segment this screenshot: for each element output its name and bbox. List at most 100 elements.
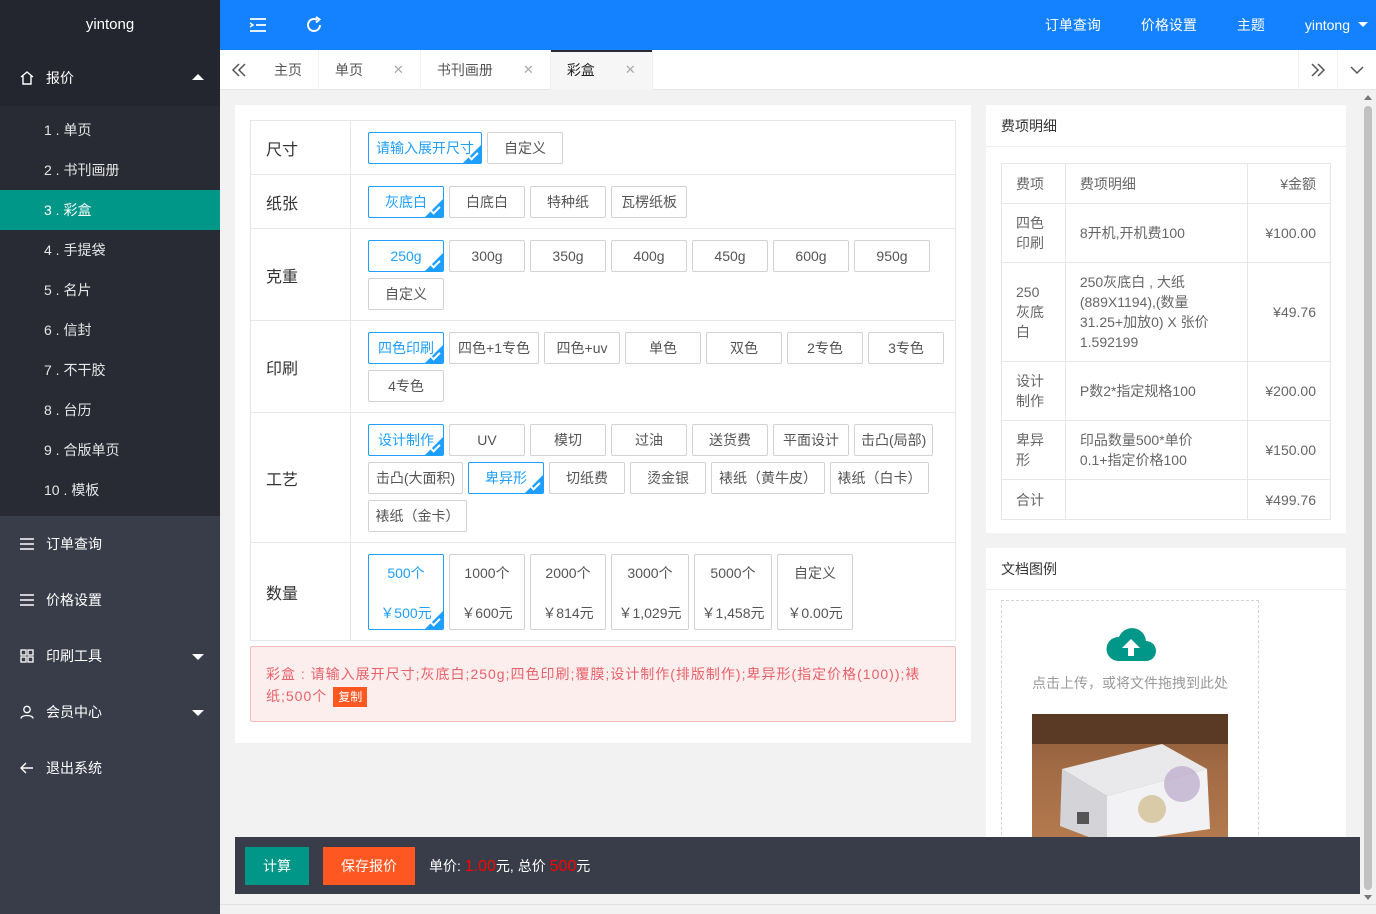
option-qty[interactable]: 2000个 ￥814元: [530, 554, 606, 630]
save-quote-button[interactable]: 保存报价: [323, 846, 415, 885]
upload-dropzone[interactable]: 点击上传，或将文件拖拽到此处: [1001, 600, 1259, 860]
option-row-weight: 克重 250g 300g 350g 400g 450g 600g 950g 自定…: [251, 229, 955, 321]
fee-amount: ¥49.76: [1247, 262, 1331, 362]
sidebar-item-combined-page[interactable]: 9 . 合版单页: [0, 430, 220, 470]
scroll-up-icon[interactable]: [1364, 95, 1372, 100]
option-weight[interactable]: 300g: [449, 240, 525, 272]
sidebar-item-calendar[interactable]: 8 . 台历: [0, 390, 220, 430]
option-weight[interactable]: 600g: [773, 240, 849, 272]
fee-item: 合计: [1001, 479, 1066, 520]
sidebar-group-label: 价格设置: [46, 592, 102, 608]
option-craft[interactable]: 设计制作: [368, 424, 444, 456]
option-qty[interactable]: 3000个 ￥1,029元: [611, 554, 689, 630]
tab-home[interactable]: 主页: [258, 50, 319, 90]
tabs-scroll-right-icon[interactable]: [1298, 50, 1336, 90]
option-weight[interactable]: 350g: [530, 240, 606, 272]
copy-button[interactable]: 复制: [333, 687, 368, 708]
nav-orders[interactable]: 订单查询: [1025, 0, 1121, 50]
option-qty[interactable]: 5000个 ￥1,458元: [694, 554, 772, 630]
sidebar-group-quote[interactable]: 报价: [0, 50, 220, 106]
table-row: 设计制作 P数2*指定规格100 ¥200.00: [1001, 361, 1331, 421]
option-craft[interactable]: 烫金银: [630, 462, 706, 494]
option-craft[interactable]: 裱纸（金卡）: [368, 500, 467, 532]
sidebar-group-member[interactable]: 会员中心: [0, 684, 220, 740]
sidebar-group-pricing[interactable]: 价格设置: [0, 572, 220, 628]
sidebar-item-brochure[interactable]: 2 . 书刊画册: [0, 150, 220, 190]
page-scrollbar[interactable]: [1360, 90, 1376, 904]
option-print[interactable]: 四色印刷: [368, 332, 444, 364]
option-craft[interactable]: 击凸(局部): [854, 424, 934, 456]
sidebar-group-label: 订单查询: [46, 536, 102, 552]
sidebar-item-business-card[interactable]: 5 . 名片: [0, 270, 220, 310]
tab-color-box[interactable]: 彩盒 ✕: [550, 50, 653, 90]
unit-price-value: 1.00: [464, 857, 496, 875]
fee-detail: P数2*指定规格100: [1064, 361, 1249, 421]
sidebar-item-single-page[interactable]: 1 . 单页: [0, 110, 220, 150]
sidebar-group-orders[interactable]: 订单查询: [0, 516, 220, 572]
option-print[interactable]: 2专色: [787, 332, 863, 364]
option-craft[interactable]: 切纸费: [549, 462, 625, 494]
bottom-strip: [220, 904, 1376, 914]
option-craft[interactable]: 过油: [611, 424, 687, 456]
option-row-size: 尺寸 请输入展开尺寸 自定义: [251, 121, 955, 175]
qty-price: ￥814元: [542, 605, 594, 621]
sample-box-image: [1032, 714, 1228, 844]
sidebar-item-template[interactable]: 10 . 模板: [0, 470, 220, 510]
option-craft[interactable]: 平面设计: [773, 424, 849, 456]
option-craft[interactable]: UV: [449, 424, 525, 456]
option-print[interactable]: 单色: [625, 332, 701, 364]
option-print[interactable]: 四色+1专色: [449, 332, 539, 364]
tabs-scroll-left-icon[interactable]: [220, 50, 258, 90]
tab-label: 彩盒: [566, 62, 595, 78]
option-paper[interactable]: 特种纸: [530, 186, 606, 218]
nav-user-menu[interactable]: yintong: [1285, 0, 1376, 50]
option-size-input[interactable]: 请输入展开尺寸: [368, 132, 482, 164]
option-weight[interactable]: 450g: [692, 240, 768, 272]
sidebar-item-sticker[interactable]: 7 . 不干胶: [0, 350, 220, 390]
option-craft[interactable]: 模切: [530, 424, 606, 456]
menu-toggle-icon[interactable]: [248, 15, 268, 35]
option-weight[interactable]: 250g: [368, 240, 444, 272]
option-qty[interactable]: 500个 ￥500元: [368, 554, 444, 630]
sidebar-item-color-box[interactable]: 3 . 彩盒: [0, 190, 220, 230]
scroll-thumb[interactable]: [1364, 106, 1372, 890]
option-weight[interactable]: 950g: [854, 240, 930, 272]
option-paper[interactable]: 白底白: [449, 186, 525, 218]
option-qty[interactable]: 自定义 ￥0.00元: [777, 554, 853, 630]
option-qty[interactable]: 1000个 ￥600元: [449, 554, 525, 630]
option-weight[interactable]: 400g: [611, 240, 687, 272]
option-print[interactable]: 4专色: [368, 370, 444, 402]
fee-table: 费项 费项明细 ¥金额 四色印刷 8开机,开机费100 ¥100.00 250灰…: [1001, 163, 1331, 520]
option-paper[interactable]: 灰底白: [368, 186, 444, 218]
option-paper[interactable]: 瓦楞纸板: [611, 186, 687, 218]
close-icon[interactable]: ✕: [625, 50, 636, 90]
sidebar-item-envelope[interactable]: 6 . 信封: [0, 310, 220, 350]
option-craft[interactable]: 送货费: [692, 424, 768, 456]
sidebar-bottom-groups: 订单查询 价格设置 印刷工具 会员中心 退出系统: [0, 516, 220, 796]
fee-amount: ¥150.00: [1247, 420, 1331, 480]
nav-theme[interactable]: 主题: [1217, 0, 1285, 50]
option-craft[interactable]: 卑异形: [468, 462, 544, 494]
tabs-menu-chevron-down-icon[interactable]: [1337, 50, 1375, 90]
scroll-down-icon[interactable]: [1364, 895, 1372, 900]
qty-price: ￥0.00元: [787, 605, 843, 621]
calculate-button[interactable]: 计算: [245, 846, 309, 885]
tab-single-page[interactable]: 单页 ✕: [319, 50, 421, 90]
refresh-icon[interactable]: [304, 15, 324, 35]
option-print[interactable]: 3专色: [868, 332, 944, 364]
sidebar-group-logout[interactable]: 退出系统: [0, 740, 220, 796]
option-craft[interactable]: 裱纸（白卡）: [830, 462, 929, 494]
option-size-custom[interactable]: 自定义: [487, 132, 563, 164]
option-craft[interactable]: 裱纸（黄牛皮）: [711, 462, 825, 494]
close-icon[interactable]: ✕: [523, 50, 534, 90]
close-icon[interactable]: ✕: [393, 50, 404, 90]
sidebar-group-tools[interactable]: 印刷工具: [0, 628, 220, 684]
option-craft[interactable]: 击凸(大面积): [368, 462, 463, 494]
tab-brochure[interactable]: 书刊画册 ✕: [421, 50, 551, 90]
nav-pricing[interactable]: 价格设置: [1121, 0, 1217, 50]
option-print[interactable]: 四色+uv: [544, 332, 620, 364]
sidebar-item-handbag[interactable]: 4 . 手提袋: [0, 230, 220, 270]
table-row: 卑异形 印品数量500*单价0.1+指定价格100 ¥150.00: [1001, 420, 1331, 480]
option-weight[interactable]: 自定义: [368, 278, 444, 310]
option-print[interactable]: 双色: [706, 332, 782, 364]
